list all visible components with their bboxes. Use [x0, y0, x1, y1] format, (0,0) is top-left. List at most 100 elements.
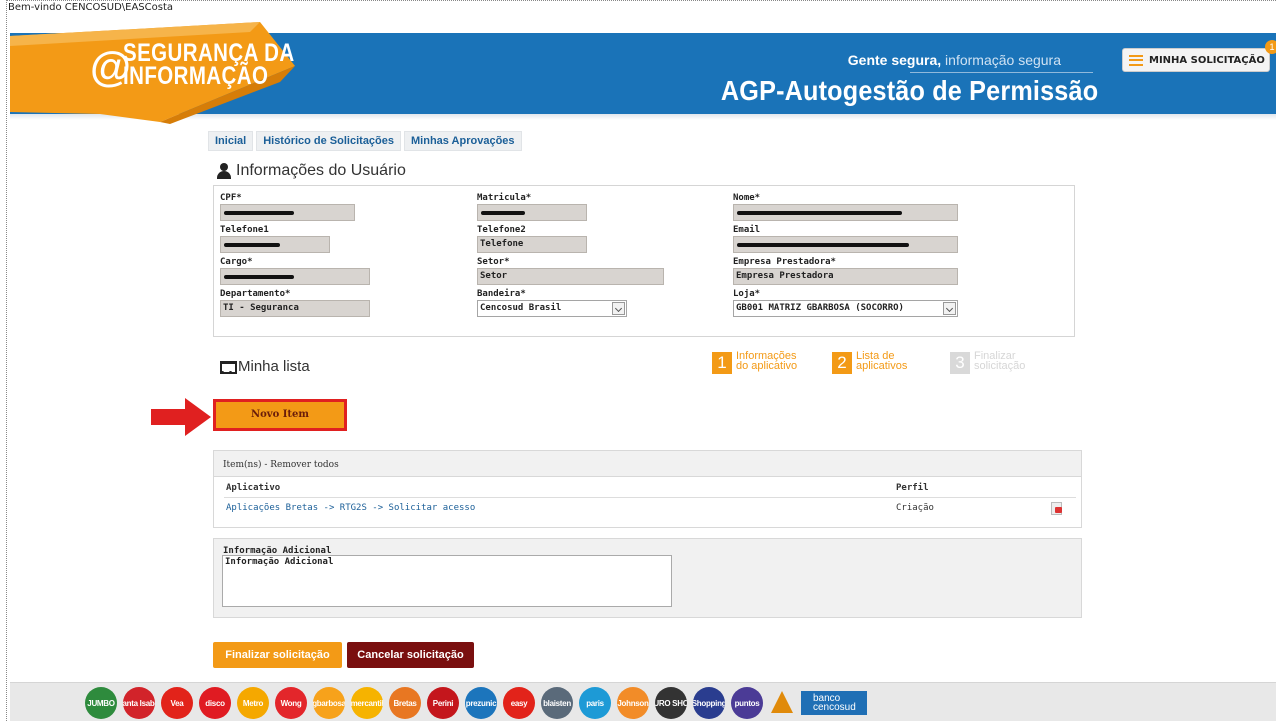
lista-title: Minha lista	[217, 358, 310, 375]
telefone2-input[interactable]: Telefone	[477, 236, 587, 253]
step-2-line2: aplicativos	[856, 360, 908, 372]
list-icon	[1129, 54, 1143, 66]
email-field: Email	[733, 225, 958, 253]
brand-logo: disco	[199, 687, 231, 719]
user-section-label: Informações do Usuário	[236, 162, 406, 179]
delete-icon[interactable]	[1050, 502, 1062, 515]
nome-field: Nome*	[733, 193, 958, 221]
loja-select[interactable]: GB001 MATRIZ GBARBOSA (SOCORRO)	[733, 300, 958, 317]
telefone1-field: Telefone1	[220, 225, 330, 253]
brand-logo: prezunic	[465, 687, 497, 719]
user-icon	[217, 163, 231, 179]
user-section-title: Informações do Usuário	[217, 162, 406, 180]
empresa-input[interactable]: Empresa Prestadora	[733, 268, 958, 285]
brand-logo: Perini	[427, 687, 459, 719]
nome-label: Nome*	[733, 193, 761, 203]
banco-cencosud-logo: banco cencosud	[801, 691, 867, 715]
items-header[interactable]: Item(ns) - Remover todos	[214, 451, 1081, 477]
step-2-number: 2	[832, 352, 852, 374]
column-perfil: Perfil	[896, 483, 929, 493]
welcome-text: Bem-vindo CENCOSUD\EASCosta	[8, 2, 174, 13]
chevron-down-icon[interactable]	[612, 302, 625, 315]
email-label: Email	[733, 225, 761, 235]
brand-logo: easy	[503, 687, 535, 719]
bandeira-label: Bandeira*	[477, 289, 526, 299]
tab-historico[interactable]: Histórico de Solicitações	[256, 131, 402, 151]
brand-logo: JUMBO	[85, 687, 117, 719]
matricula-field: Matricula*	[477, 193, 587, 221]
brand-logo: blaisten	[541, 687, 573, 719]
step-3-number: 3	[950, 352, 970, 374]
page-title: AGP-Autogestão de Permissão	[720, 75, 1098, 106]
info-textarea[interactable]: Informação Adicional	[222, 555, 672, 607]
nav-tabs: Inicial Histórico de Solicitações Minhas…	[208, 131, 522, 151]
tagline-bold: Gente segura,	[847, 52, 942, 68]
user-info-box: CPF* Matricula* Nome* Telefone1 Telefone…	[213, 185, 1075, 337]
cargo-label: Cargo*	[220, 257, 253, 267]
step-3-text: Finalizar solicitação	[974, 351, 1026, 372]
cpf-input[interactable]	[220, 204, 355, 221]
cancelar-button[interactable]: Cancelar solicitação	[347, 642, 474, 668]
tagline: Gente segura, informação segura	[848, 52, 1061, 68]
cargo-field: Cargo*	[220, 257, 370, 285]
brand-logo: Metro	[237, 687, 269, 719]
step-1-line2: do aplicativo	[736, 360, 798, 372]
column-aplicativo: Aplicativo	[226, 483, 281, 493]
logo-text: SEGURANÇA DA INFORMAÇÃO	[123, 41, 295, 89]
red-arrow-icon	[151, 398, 211, 436]
items-table: Aplicativo Perfil Aplicações Bretas -> R…	[224, 483, 1076, 518]
at-logo-icon: @	[90, 43, 131, 90]
table-row: Aplicações Bretas -> RTG2S -> Solicitar …	[224, 498, 1076, 518]
tagline-underline	[910, 72, 1093, 73]
tab-inicial[interactable]: Inicial	[208, 131, 254, 151]
chevron-down-icon[interactable]	[943, 302, 956, 315]
setor-label: Setor*	[477, 257, 510, 267]
step-3-line2: solicitação	[974, 360, 1026, 372]
brand-logo: Bretas	[389, 687, 421, 719]
empresa-field: Empresa Prestadora* Empresa Prestadora	[733, 257, 958, 285]
aplicativo-link[interactable]: Aplicações Bretas -> RTG2S -> Solicitar …	[224, 503, 896, 513]
brand-logo: Vea	[161, 687, 193, 719]
brand-logo: Wong	[275, 687, 307, 719]
brand-logo: Johnson	[617, 687, 649, 719]
bandeira-field: Bandeira* Cencosud Brasil	[477, 289, 627, 317]
step-1-text: Informações do aplicativo	[736, 351, 798, 372]
cargo-input[interactable]	[220, 268, 370, 285]
minha-solicitacao-button[interactable]: MINHA SOLICITAÇÃO	[1122, 48, 1270, 72]
brand-logos: JUMBO Santa Isabel Vea disco Metro Wong …	[85, 687, 867, 719]
nome-input[interactable]	[733, 204, 958, 221]
brand-logo: EURO SHOP	[655, 687, 687, 719]
brand-logo: Santa Isabel	[123, 687, 155, 719]
step-3: 3 Finalizar solicitação	[950, 351, 1025, 374]
loja-value: GB001 MATRIZ GBARBOSA (SOCORRO)	[736, 303, 904, 313]
step-2: 2 Lista de aplicativos	[832, 351, 907, 374]
loja-label: Loja*	[733, 289, 761, 299]
email-input[interactable]	[733, 236, 958, 253]
matricula-label: Matricula*	[477, 193, 532, 203]
bandeira-select[interactable]: Cencosud Brasil	[477, 300, 627, 317]
items-column-headers: Aplicativo Perfil	[224, 483, 1076, 498]
step-1: 1 Informações do aplicativo	[712, 351, 797, 374]
cpf-label: CPF*	[220, 193, 242, 203]
telefone1-label: Telefone1	[220, 225, 269, 235]
matricula-input[interactable]	[477, 204, 587, 221]
minha-solicitacao-label: MINHA SOLICITAÇÃO	[1149, 54, 1265, 66]
info-box: Informação Adicional Informação Adiciona…	[213, 538, 1082, 618]
telefone2-label: Telefone2	[477, 225, 526, 235]
setor-input[interactable]: Setor	[477, 268, 664, 285]
brand-logo: Shopping	[693, 687, 725, 719]
novo-item-button[interactable]: Novo Item	[213, 399, 347, 431]
setor-field: Setor* Setor	[477, 257, 664, 285]
notification-badge: 1	[1265, 40, 1276, 54]
lista-label: Minha lista	[238, 358, 310, 375]
step-2-text: Lista de aplicativos	[856, 351, 908, 372]
finalizar-button[interactable]: Finalizar solicitação	[213, 642, 342, 668]
departamento-input[interactable]: TI - Seguranca	[220, 300, 370, 317]
telefone2-field: Telefone2 Telefone	[477, 225, 587, 253]
tab-aprovacoes[interactable]: Minhas Aprovações	[404, 131, 522, 151]
telefone1-input[interactable]	[220, 236, 330, 253]
brand-logo: gbarbosa	[313, 687, 345, 719]
departamento-field: Departamento* TI - Seguranca	[220, 289, 370, 317]
bandeira-value: Cencosud Brasil	[480, 303, 562, 313]
a-brand-logo-icon	[769, 687, 795, 719]
